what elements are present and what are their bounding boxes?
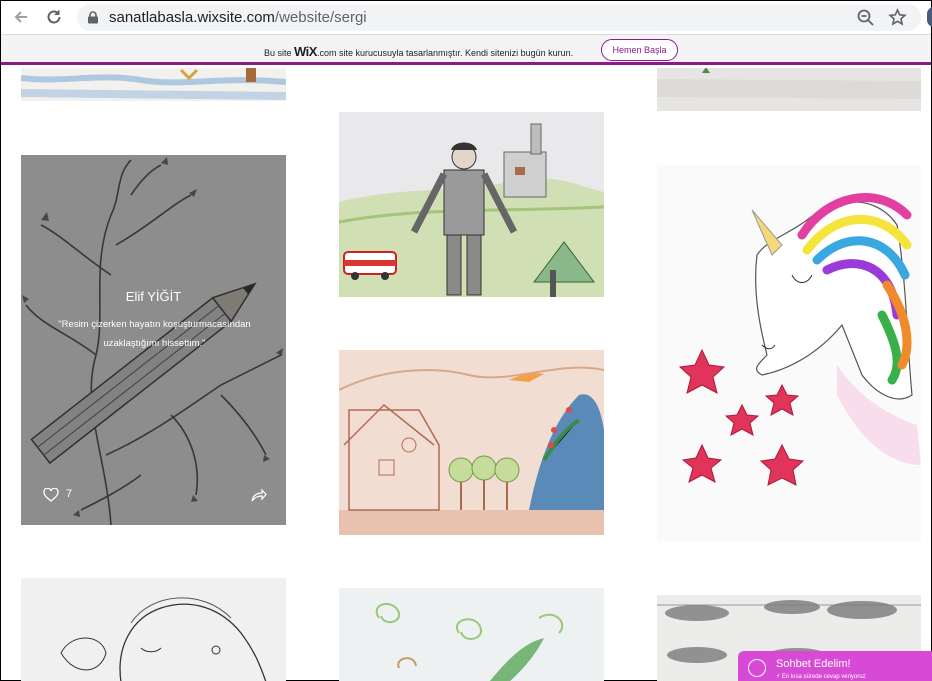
gallery-item-hovered[interactable]: Elif YİĞİT "Resim çizerken hayatın koşuş… (21, 155, 286, 525)
chat-bubble-icon (748, 659, 766, 677)
gallery-item[interactable] (657, 68, 921, 111)
wix-banner-text: Bu site WiX.com site kurucusuyla tasarla… (264, 44, 574, 59)
gallery-grid: Elif YİĞİT "Resim çizerken hayatın koşuş… (1, 68, 931, 681)
address-bar[interactable]: sanatlabasla.wixsite.com/website/sergi (77, 4, 921, 31)
item-title: Elif YİĞİT (125, 289, 182, 304)
chat-title: Sohbet Edelim! (776, 658, 851, 670)
chat-widget[interactable]: Sohbet Edelim! ⚡ En kısa sürede cevap ve… (738, 651, 932, 681)
gallery-item[interactable] (657, 165, 921, 541)
share-icon[interactable] (251, 488, 267, 502)
gallery-item[interactable] (21, 578, 286, 681)
like-count: 7 (66, 488, 73, 500)
gallery-item[interactable] (21, 68, 286, 101)
item-description: "Resim çizerken hayatın koşuşturmacasınd… (58, 319, 251, 349)
chat-subtitle: ⚡ En kısa sürede cevap veriyoruz (776, 674, 866, 680)
reload-icon[interactable] (44, 7, 64, 27)
lock-icon (87, 11, 99, 24)
bookmark-star-icon[interactable] (888, 8, 907, 27)
url-text: sanatlabasla.wixsite.com/website/sergi (109, 9, 367, 26)
profile-avatar[interactable] (927, 7, 932, 27)
zoom-icon[interactable] (856, 8, 875, 27)
item-hover-overlay[interactable]: Elif YİĞİT "Resim çizerken hayatın koşuş… (21, 155, 286, 525)
gallery-item[interactable] (339, 588, 604, 681)
browser-toolbar: sanatlabasla.wixsite.com/website/sergi (1, 1, 932, 34)
heart-icon[interactable] (43, 488, 59, 502)
wix-promo-banner: Bu site WiX.com site kurucusuyla tasarla… (1, 34, 931, 65)
start-now-button[interactable]: Hemen Başla (601, 39, 678, 61)
back-arrow-icon[interactable] (11, 7, 31, 27)
gallery-item[interactable] (339, 350, 604, 535)
wix-logo: WiX (294, 44, 317, 59)
gallery-item[interactable] (339, 112, 604, 297)
